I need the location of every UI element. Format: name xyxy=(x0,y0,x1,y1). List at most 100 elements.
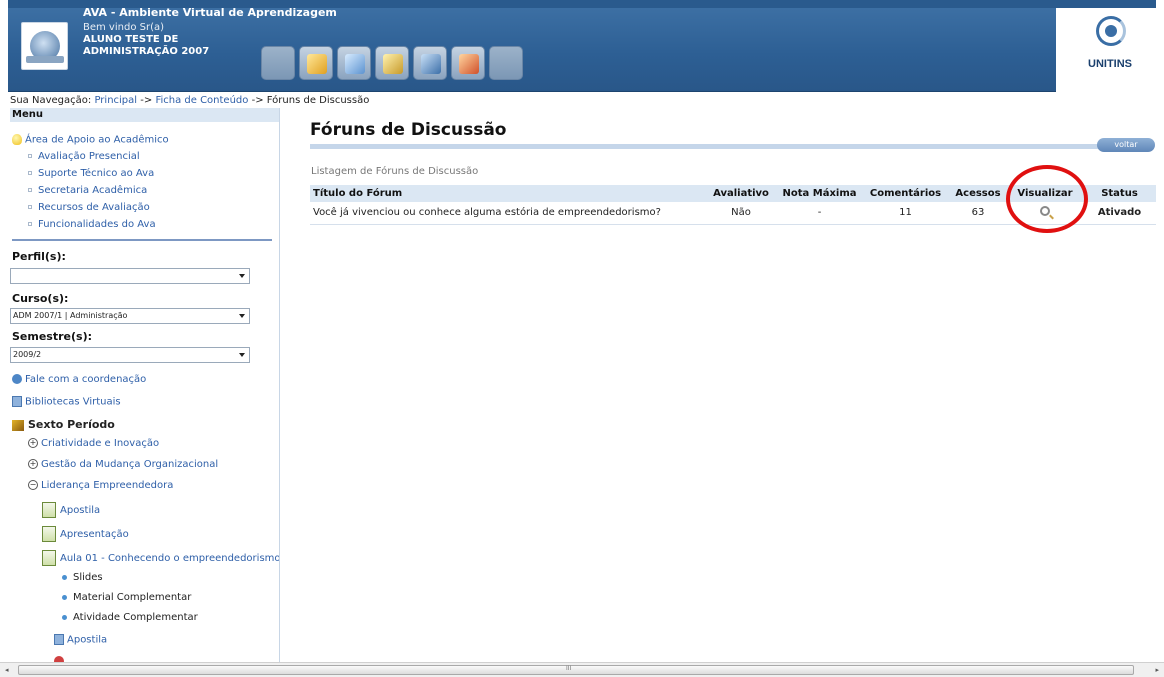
title-underline xyxy=(310,144,1100,149)
sidebar-item-suporte[interactable]: Suporte Técnico ao Ava xyxy=(28,168,154,179)
sidebar-item-secretaria[interactable]: Secretaria Acadêmica xyxy=(28,185,147,196)
book-icon xyxy=(12,396,22,407)
aula-item-label: Material Complementar xyxy=(73,592,192,603)
menu-title: Menu xyxy=(10,108,279,122)
forum-title[interactable]: Você já vivenciou ou conhece alguma estó… xyxy=(310,202,705,225)
breadcrumb-current: Fóruns de Discussão xyxy=(266,95,370,106)
doc-label: Aula 01 - Conhecendo o empreendedorismo xyxy=(60,553,280,564)
breadcrumb-ficha[interactable]: Ficha de Conteúdo xyxy=(155,95,248,106)
toolbar-empty-slot xyxy=(489,46,523,80)
sidebar-item-label: Secretaria Acadêmica xyxy=(38,185,148,196)
col-nota: Nota Máxima xyxy=(777,185,862,202)
semestre-select[interactable]: 2009/2 xyxy=(10,347,250,363)
doc-label: Apresentação xyxy=(60,529,129,540)
toolbar-empty-slot xyxy=(261,46,295,80)
scroll-grip: III xyxy=(566,665,572,672)
aula-item-atividade[interactable]: Atividade Complementar xyxy=(62,612,198,623)
aula-item-label: Slides xyxy=(73,572,103,583)
welcome-block: Bem vindo Sr(a) ALUNO TESTE DE ADMINISTR… xyxy=(83,22,209,58)
document-icon xyxy=(42,526,56,542)
scroll-right-icon[interactable]: ▸ xyxy=(1155,666,1159,674)
doc-apresentacao[interactable]: Apresentação xyxy=(42,526,129,542)
doc-aula01[interactable]: Aula 01 - Conhecendo o empreendedorismo xyxy=(42,550,280,566)
settings-icon[interactable] xyxy=(413,46,447,80)
bullet-icon xyxy=(28,188,32,192)
apostila-link[interactable]: Apostila xyxy=(54,634,107,646)
aula-item-label: Atividade Complementar xyxy=(73,612,198,623)
chevron-down-icon xyxy=(239,274,245,278)
header-bar: AVA - Ambiente Virtual de Aprendizagem B… xyxy=(8,0,1156,92)
disciplina-label: Gestão da Mudança Organizacional xyxy=(41,459,219,470)
collapse-icon: − xyxy=(28,480,38,490)
chevron-down-icon xyxy=(239,353,245,357)
perfil-select[interactable] xyxy=(10,268,250,284)
breadcrumb: Sua Navegação: Principal -> Ficha de Con… xyxy=(10,95,369,106)
folder-icon xyxy=(12,419,24,431)
col-avaliativo: Avaliativo xyxy=(705,185,777,202)
breadcrumb-principal[interactable]: Principal xyxy=(94,95,137,106)
disciplina-label: Criatividade e Inovação xyxy=(41,438,160,449)
doc-apostila[interactable]: Apostila xyxy=(42,502,100,518)
periodo-heading: Sexto Período xyxy=(12,418,115,431)
col-comentarios: Comentários xyxy=(862,185,949,202)
nota-value: - xyxy=(777,202,862,225)
periodo-label: Sexto Período xyxy=(28,418,115,431)
chevron-down-icon xyxy=(239,314,245,318)
scroll-left-icon[interactable]: ◂ xyxy=(5,666,9,674)
disciplina-gestao[interactable]: + Gestão da Mudança Organizacional xyxy=(28,459,218,470)
exit-icon[interactable] xyxy=(451,46,485,80)
sidebar-item-avaliacao[interactable]: Avaliação Presencial xyxy=(28,151,140,162)
breadcrumb-prefix: Sua Navegação: xyxy=(10,95,92,106)
sidebar-item-recursos[interactable]: Recursos de Avaliação xyxy=(28,202,150,213)
highlight-circle xyxy=(1006,165,1088,233)
scroll-thumb[interactable] xyxy=(18,665,1134,675)
col-status: Status xyxy=(1083,185,1156,202)
curso-select[interactable]: ADM 2007/1 | Administração xyxy=(10,308,250,324)
fale-coordenacao-link[interactable]: Fale com a coordenação xyxy=(12,374,146,385)
sidebar-item-label: Funcionalidades do Ava xyxy=(38,219,156,230)
sidebar-item-label: Recursos de Avaliação xyxy=(38,202,150,213)
bibliotecas-label: Bibliotecas Virtuais xyxy=(25,396,121,408)
document-icon xyxy=(42,502,56,518)
brand-text: UNITINS xyxy=(1088,58,1132,70)
sidebar-item-funcionalidades[interactable]: Funcionalidades do Ava xyxy=(28,219,156,230)
bibliotecas-link[interactable]: Bibliotecas Virtuais xyxy=(12,396,121,408)
area-apoio-label: Área de Apoio ao Acadêmico xyxy=(25,134,169,146)
bullet-icon xyxy=(28,154,32,158)
curso-label: Curso(s): xyxy=(12,292,69,305)
aula-item-slides[interactable]: Slides xyxy=(62,572,103,583)
perfil-label: Perfil(s): xyxy=(12,250,66,263)
expand-icon: + xyxy=(28,438,38,448)
aula-item-material[interactable]: Material Complementar xyxy=(62,592,191,603)
app-title: AVA - Ambiente Virtual de Aprendizagem xyxy=(83,6,337,19)
info-icon xyxy=(12,374,22,384)
tools-icon[interactable] xyxy=(375,46,409,80)
ava-logo xyxy=(21,22,68,70)
sidebar-item-label: Avaliação Presencial xyxy=(38,151,140,162)
book-icon xyxy=(54,634,64,645)
status-badge: Ativado xyxy=(1083,202,1156,225)
bullet-icon xyxy=(62,614,67,620)
mail-icon[interactable] xyxy=(337,46,371,80)
sidebar: Menu Área de Apoio ao Acadêmico Avaliaçã… xyxy=(10,108,280,663)
disciplina-criatividade[interactable]: + Criatividade e Inovação xyxy=(28,438,159,449)
bullet-icon xyxy=(62,574,67,580)
bullet-icon xyxy=(28,222,32,226)
area-apoio-link[interactable]: Área de Apoio ao Acadêmico xyxy=(12,134,169,146)
apostila-label: Apostila xyxy=(67,634,108,646)
horizontal-scrollbar[interactable]: ◂ III ▸ xyxy=(0,662,1164,677)
comentarios-value: 11 xyxy=(862,202,949,225)
disciplina-lideranca[interactable]: − Liderança Empreendedora xyxy=(28,480,173,491)
notes-icon[interactable] xyxy=(299,46,333,80)
breadcrumb-sep: -> xyxy=(251,95,264,106)
lightbulb-icon xyxy=(12,134,22,145)
semestre-label: Semestre(s): xyxy=(12,330,92,343)
listing-subtitle: Listagem de Fóruns de Discussão xyxy=(311,166,479,177)
sidebar-item-label: Suporte Técnico ao Ava xyxy=(38,168,155,179)
expand-icon: + xyxy=(28,459,38,469)
col-acessos: Acessos xyxy=(949,185,1007,202)
user-name-line2: ADMINISTRAÇÃO 2007 xyxy=(83,46,210,57)
col-titulo: Título do Fórum xyxy=(310,185,705,202)
voltar-button[interactable]: voltar xyxy=(1097,138,1155,152)
doc-label: Apostila xyxy=(60,505,101,516)
